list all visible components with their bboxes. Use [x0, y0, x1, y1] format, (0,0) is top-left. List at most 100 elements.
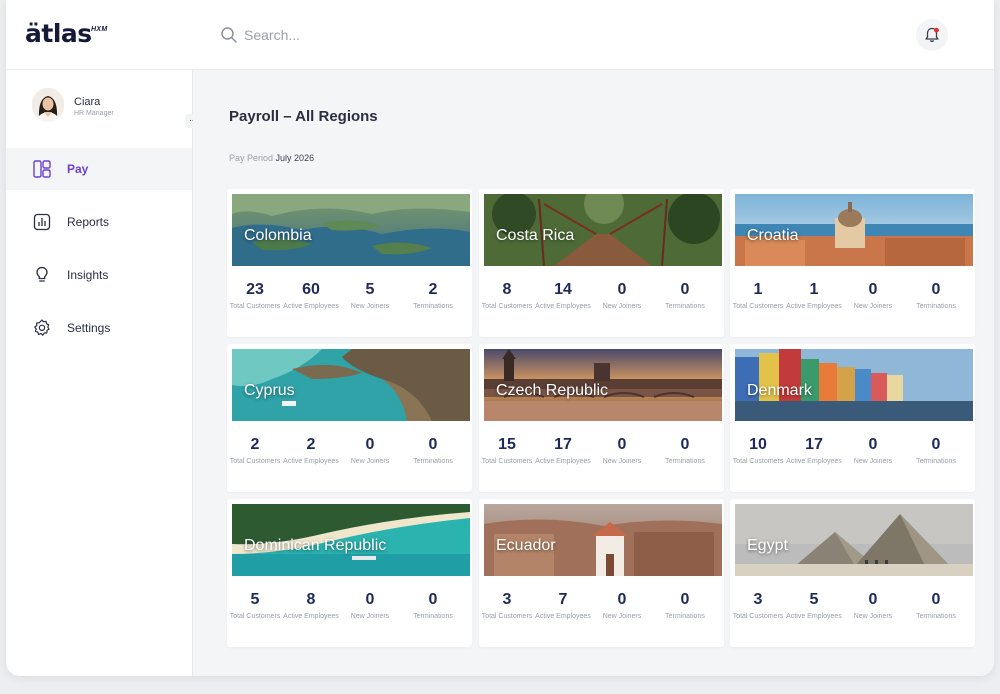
- notifications-button[interactable]: [916, 19, 948, 51]
- sidebar: Ciara HR Manager ... Pay Reports: [6, 70, 201, 676]
- stat-label: Total Customers: [732, 303, 784, 310]
- lightbulb-icon: [36, 266, 48, 282]
- stat-value: 3: [502, 591, 512, 608]
- stat-terminations: 0 Terminations: [905, 591, 967, 622]
- page-title: Payroll – All Regions: [229, 108, 378, 125]
- layout-icon: [33, 160, 51, 178]
- stat-label: New Joiners: [350, 613, 390, 620]
- stat-value: 1: [753, 281, 763, 298]
- sidebar-item-reports[interactable]: Reports: [6, 201, 192, 243]
- stat-label: Total Customers: [481, 303, 533, 310]
- stat-value: 14: [554, 281, 572, 298]
- sidebar-item-settings[interactable]: Settings: [6, 307, 192, 349]
- stat-total-customers: 3 Total Customers: [730, 591, 789, 622]
- stat-active-employees: 17 Active Employees: [783, 436, 845, 467]
- stat-terminations: 0 Terminations: [905, 436, 967, 467]
- stat-label: Active Employees: [535, 303, 591, 310]
- sidebar-item-pay[interactable]: Pay: [6, 148, 192, 190]
- stat-value: 17: [554, 436, 572, 453]
- stat-value: 17: [805, 436, 823, 453]
- stat-terminations: 0 Terminations: [654, 281, 716, 312]
- stat-total-customers: 10 Total Customers: [730, 436, 789, 467]
- atlas-logo[interactable]: ätlas HXM: [25, 19, 107, 48]
- stat-value: 0: [931, 436, 941, 453]
- stat-value: 8: [502, 281, 512, 298]
- user-name: Ciara: [74, 96, 101, 108]
- search-bar: [220, 26, 544, 44]
- region-card-dominican-republic[interactable]: Dominican Republic 5 Total Customers 8 Act…: [227, 499, 472, 647]
- stat-terminations: 2 Terminations: [402, 281, 464, 312]
- stat-value: 0: [868, 436, 878, 453]
- region-name: Ecuador: [496, 537, 556, 554]
- stat-value: 3: [753, 591, 763, 608]
- stat-label: Terminations: [916, 303, 956, 310]
- stat-value: 0: [617, 591, 627, 608]
- gear-icon: [34, 319, 50, 336]
- region-card-colombia[interactable]: Colombia 23 Total Customers 60 Active Empl…: [227, 189, 472, 337]
- bell-icon: [925, 27, 939, 43]
- region-card-cyprus[interactable]: Cyprus 2 Total Customers 2 Active Employee…: [227, 344, 472, 492]
- stat-label: Total Customers: [732, 458, 784, 465]
- stat-new-joiners: 0 New Joiners: [842, 436, 904, 467]
- logo-wordmark: ätlas: [25, 19, 92, 48]
- region-card-egypt[interactable]: Egypt 3 Total Customers 5 Active Employees…: [730, 499, 975, 647]
- chart-icon: [33, 213, 51, 231]
- stat-value: 2: [428, 281, 438, 298]
- stat-new-joiners: 0 New Joiners: [591, 591, 653, 622]
- stat-value: 0: [365, 591, 375, 608]
- stat-label: Total Customers: [229, 613, 281, 620]
- stat-terminations: 0 Terminations: [654, 436, 716, 467]
- stat-value: 0: [868, 591, 878, 608]
- stat-new-joiners: 0 New Joiners: [339, 591, 401, 622]
- stat-label: Active Employees: [786, 613, 842, 620]
- search-input[interactable]: [244, 27, 544, 43]
- pay-period: Pay Period July 2026: [229, 153, 314, 163]
- stat-total-customers: 3 Total Customers: [479, 591, 538, 622]
- user-profile[interactable]: Ciara HR Manager ...: [32, 88, 201, 128]
- stat-label: Active Employees: [283, 458, 339, 465]
- stat-label: Terminations: [413, 613, 453, 620]
- avatar: [32, 88, 64, 122]
- stat-label: Active Employees: [283, 613, 339, 620]
- stat-value: 10: [749, 436, 767, 453]
- stat-value: 0: [365, 436, 375, 453]
- pay-period-value: July 2026: [275, 153, 315, 163]
- stat-active-employees: 14 Active Employees: [532, 281, 594, 312]
- logo-hxm: HXM: [91, 26, 108, 33]
- stat-value: 5: [809, 591, 819, 608]
- stat-value: 2: [306, 436, 316, 453]
- stat-label: Terminations: [916, 458, 956, 465]
- stat-new-joiners: 0 New Joiners: [842, 591, 904, 622]
- stat-value: 0: [868, 281, 878, 298]
- region-card-denmark[interactable]: Denmark 10 Total Customers 17 Active Emplo…: [730, 344, 975, 492]
- sidebar-item-insights[interactable]: Insights: [6, 254, 192, 296]
- region-card-ecuador[interactable]: Ecuador 3 Total Customers 7 Active Employe…: [479, 499, 724, 647]
- region-name: Croatia: [747, 227, 799, 244]
- region-card-czech-republic[interactable]: Czech Republic 15 Total Customers 17 Activ…: [479, 344, 724, 492]
- stat-active-employees: 60 Active Employees: [280, 281, 342, 312]
- stat-value: 0: [680, 436, 690, 453]
- app-window: ätlas HXM Search... Ciara HR Manager Pay…: [6, 0, 994, 676]
- stat-new-joiners: 0 New Joiners: [591, 281, 653, 312]
- sidebar-item-label: Insights: [67, 268, 109, 282]
- stat-value: 0: [931, 591, 941, 608]
- region-name: Colombia: [244, 227, 312, 244]
- region-name: Czech Republic: [496, 382, 609, 399]
- main-content: Payroll – All Regions Pay Period July 20…: [193, 70, 994, 676]
- region-name: Dominican Republic: [244, 537, 387, 554]
- stat-label: New Joiners: [602, 613, 642, 620]
- region-card-croatia[interactable]: Croatia 1 Total Customers 1 Active Employe…: [730, 189, 975, 337]
- region-name: Egypt: [747, 537, 788, 554]
- stat-total-customers: 2 Total Customers: [227, 436, 286, 467]
- stat-label: Active Employees: [535, 458, 591, 465]
- stat-active-employees: 2 Active Employees: [280, 436, 342, 467]
- stat-active-employees: 5 Active Employees: [783, 591, 845, 622]
- stat-total-customers: 23 Total Customers: [227, 281, 286, 312]
- stat-label: Terminations: [413, 303, 453, 310]
- stat-label: Total Customers: [229, 458, 281, 465]
- stat-value: 0: [428, 591, 438, 608]
- stat-value: 1: [809, 281, 819, 298]
- stat-label: New Joiners: [602, 303, 642, 310]
- region-card-costa-rica[interactable]: Costa Rica 8 Total Customers 14 Active Emp…: [479, 189, 724, 337]
- region-name: Costa Rica: [496, 227, 575, 244]
